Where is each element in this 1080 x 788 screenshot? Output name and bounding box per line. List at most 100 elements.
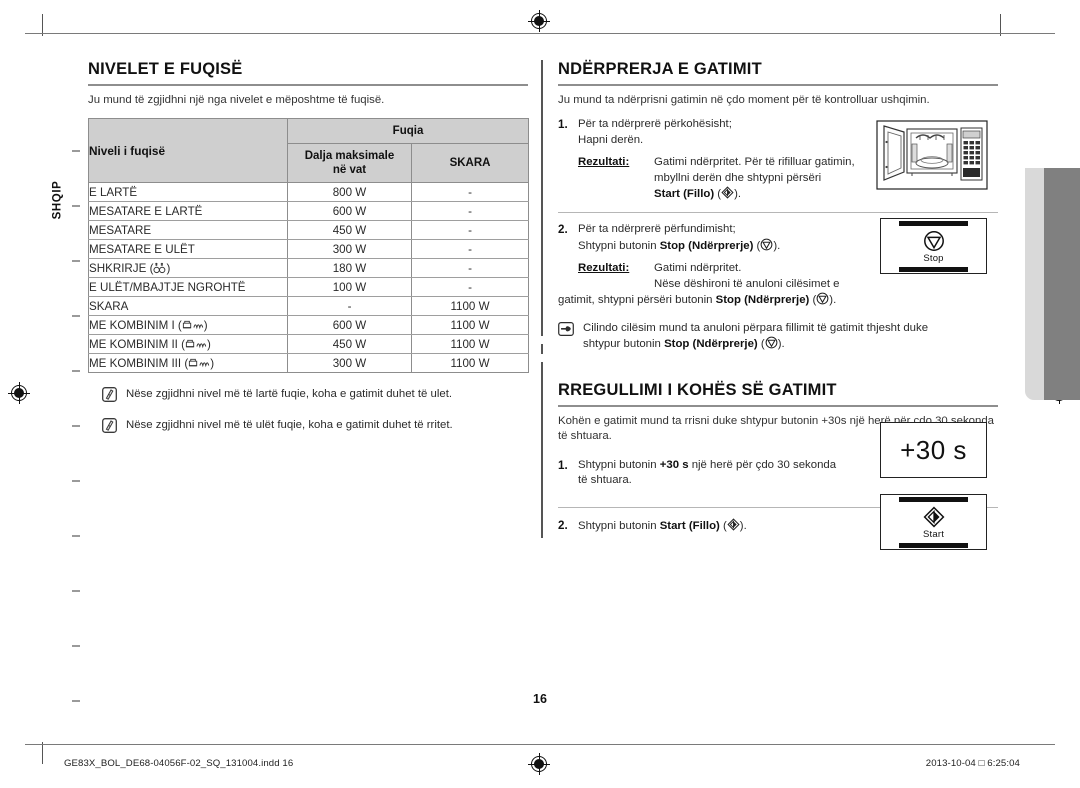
cell-max-output: 600 W bbox=[287, 201, 412, 221]
key-bottom-bar bbox=[898, 266, 969, 272]
start-glyph-wrap: (). bbox=[714, 186, 742, 200]
stop-key-label: Stop bbox=[923, 252, 944, 264]
table-row: SKARA -1100 W bbox=[88, 296, 530, 316]
combination-icon bbox=[185, 339, 207, 348]
manual-page: SHQIP NIVELET E FUQISË Ju mund të zgjidh… bbox=[0, 0, 1080, 788]
cell-max-output: 100 W bbox=[287, 277, 412, 297]
cell-power-level: MESATARE E ULËT bbox=[88, 239, 288, 259]
power-level-name: ME KOMBINIM II bbox=[89, 337, 178, 351]
cell-grill: 1100 W bbox=[410, 334, 530, 354]
cell-grill: 1100 W bbox=[410, 353, 530, 373]
step-line-2: Hapni derën. bbox=[578, 133, 644, 146]
table-row: SHKRIRJE () 180 W- bbox=[88, 258, 530, 278]
cell-max-output: 180 W bbox=[287, 258, 412, 278]
step-prefix: Shtypni butonin bbox=[578, 458, 660, 471]
table-header-row-1: Niveli i fuqisë Fuqia bbox=[88, 118, 530, 183]
note-text: Nëse zgjidhni nivel më të ulët fuqie, ko… bbox=[126, 419, 453, 431]
cell-grill: - bbox=[410, 182, 530, 202]
cell-power-level: ME KOMBINIM II () bbox=[88, 334, 288, 354]
header-rule bbox=[25, 33, 1055, 34]
step-number: 2. bbox=[558, 519, 568, 533]
step-prefix: Shtypni butonin bbox=[578, 520, 660, 533]
result-line-1: Gatimi ndërpritet. Për të rifilluar gati… bbox=[654, 156, 855, 168]
note-item: Nëse zgjidhni nivel më të ulët fuqie, ko… bbox=[102, 418, 528, 438]
step-tail: një herë për çdo 30 sekonda bbox=[688, 458, 837, 471]
cell-grill: - bbox=[410, 220, 530, 240]
stop-glyph-wrap: (). bbox=[753, 238, 781, 252]
cell-max-output: 450 W bbox=[287, 334, 412, 354]
step-line-1: Shtypni butonin +30 s një herë për çdo 3… bbox=[578, 458, 880, 474]
start-diamond-icon bbox=[923, 506, 944, 527]
start-key-label: Start bbox=[922, 528, 945, 540]
footer-filename: GE83X_BOL_DE68-04056F-02_SQ_131004.indd … bbox=[64, 758, 294, 769]
header-power-level: Niveli i fuqisë bbox=[88, 118, 288, 183]
header-grill: SKARA bbox=[410, 143, 530, 183]
cell-grill: - bbox=[410, 201, 530, 221]
defrost-icon bbox=[153, 262, 166, 273]
cell-grill: 1100 W bbox=[410, 296, 530, 316]
power-levels-heading: NIVELET E FUQISË bbox=[88, 60, 528, 86]
cell-max-output: - bbox=[287, 296, 412, 316]
power-level-name: MESATARE bbox=[89, 223, 152, 237]
stop-octagon-icon bbox=[816, 292, 829, 305]
plus30s-key-label: +30 s bbox=[900, 434, 967, 465]
cell-power-level: E ULËT/MBAJTJE NGROHTË bbox=[88, 277, 288, 297]
power-levels-intro: Ju mund të zgjidhni një nga nivelet e më… bbox=[88, 94, 385, 106]
stop-octagon-icon bbox=[923, 230, 944, 251]
tab-tick-marks bbox=[72, 150, 80, 730]
start-diamond-icon bbox=[721, 186, 734, 199]
table-row: E LARTË 800 W- bbox=[88, 182, 530, 202]
table-row: MESATARE E ULËT 300 W- bbox=[88, 239, 530, 259]
power-level-name: MESATARE E ULËT bbox=[89, 242, 195, 256]
cell-max-output: 300 W bbox=[287, 239, 412, 259]
column-divider-lower bbox=[541, 362, 543, 538]
cell-power-level: MESATARE E LARTË bbox=[88, 201, 288, 221]
power-level-name: SHKRIRJE bbox=[89, 261, 147, 275]
cell-grill: - bbox=[410, 277, 530, 297]
stop-octagon-icon bbox=[765, 336, 778, 349]
header-power-group: Fuqia bbox=[286, 118, 530, 144]
power-levels-table: Niveli i fuqisë Fuqia Dalja maksimale në… bbox=[88, 118, 530, 373]
footer-timestamp: 2013-10-04 □ 6:25:04 bbox=[925, 758, 1020, 769]
step-number: 1. bbox=[558, 458, 568, 472]
plus30s-key-figure[interactable]: +30 s bbox=[880, 422, 987, 478]
note-item: Nëse zgjidhni nivel më të lartë fuqie, k… bbox=[102, 387, 528, 407]
table-row: MESATARE E LARTË 600 W- bbox=[88, 201, 530, 221]
note-icon bbox=[102, 418, 117, 438]
note-text: Nëse zgjidhni nivel më të lartë fuqie, k… bbox=[126, 388, 453, 400]
table-row: E ULËT/MBAJTJE NGROHTË 100 W- bbox=[88, 277, 530, 297]
power-level-name: SKARA bbox=[89, 299, 129, 313]
cell-max-output: 600 W bbox=[287, 315, 412, 335]
step-line-1: Për ta ndërprerë përkohësisht; bbox=[578, 118, 732, 130]
column-divider-upper bbox=[541, 60, 543, 336]
pointing-hand-icon bbox=[558, 321, 574, 341]
table-row: ME KOMBINIM III () 300 W 1100 W bbox=[88, 353, 530, 373]
power-level-name: E LARTË bbox=[89, 185, 138, 199]
table-row: ME KOMBINIM II () 450 W 1100 W bbox=[88, 334, 530, 354]
stop-key-figure[interactable]: Stop bbox=[880, 218, 987, 274]
tip-line-1: Cilindo cilësim mund ta anuloni përpara … bbox=[583, 321, 929, 334]
stop-button-name: Stop (Ndërprerje) bbox=[659, 239, 754, 252]
start-key-figure[interactable]: Start bbox=[880, 494, 987, 550]
step-divider-1 bbox=[558, 211, 998, 214]
column-divider-tick bbox=[541, 344, 543, 354]
cancel-tip: Cilindo cilësim mund ta anuloni përpara … bbox=[558, 321, 998, 353]
interrupt-cooking-intro: Ju mund ta ndërprisni gatimin në çdo mom… bbox=[558, 94, 930, 106]
registration-mark-top bbox=[528, 10, 550, 32]
result-line-3: Start (Fillo) (). bbox=[654, 186, 866, 203]
language-tab: SHQIP bbox=[46, 160, 68, 240]
cell-power-level: ME KOMBINIM III () bbox=[88, 353, 288, 373]
table-row: ME KOMBINIM I () 600 W 1100 W bbox=[88, 315, 530, 335]
note-icon bbox=[102, 387, 117, 407]
footer-rule bbox=[25, 744, 1055, 745]
header-max-output-line1: Dalja maksimale bbox=[304, 150, 395, 162]
notes-list: Nëse zgjidhni nivel më të lartë fuqie, k… bbox=[88, 387, 528, 438]
power-level-name: ME KOMBINIM III bbox=[89, 356, 182, 370]
cell-grill: - bbox=[410, 258, 530, 278]
step-line-2-prefix: Shtypni butonin bbox=[578, 239, 660, 252]
page-number: 16 bbox=[533, 692, 547, 706]
start-button-name: Start (Fillo) bbox=[659, 520, 720, 533]
cell-max-output: 450 W bbox=[287, 220, 412, 240]
key-top-bar bbox=[898, 220, 969, 226]
key-top-bar bbox=[898, 496, 969, 502]
